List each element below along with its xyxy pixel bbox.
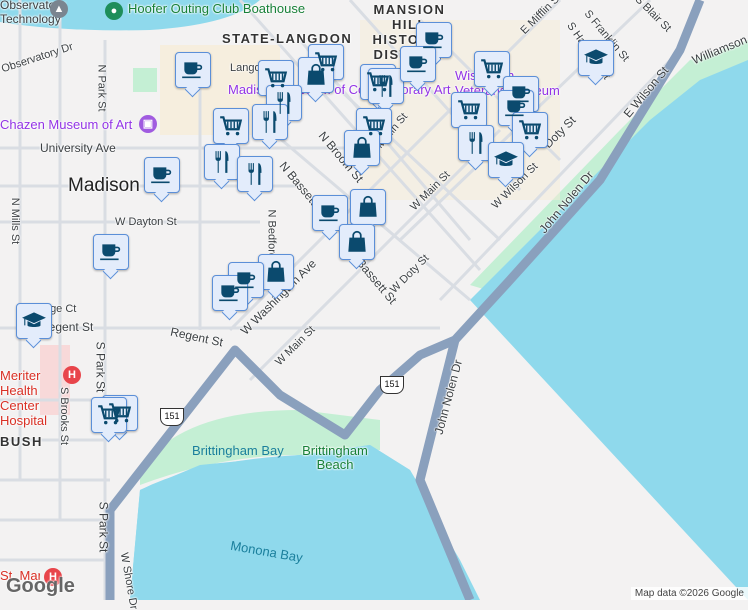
highway-151-shield-2: 151 [380,376,404,394]
park-pin-icon[interactable]: ● [105,2,123,20]
marker-shop[interactable] [258,254,294,290]
street-s-brooks: S Brooks St [58,386,71,446]
coffee-icon [149,162,175,188]
marker-grocery[interactable] [451,92,487,128]
marker-shop[interactable] [344,130,380,166]
marker-restaurant[interactable] [252,104,288,140]
cart-icon [456,97,482,123]
marker-restaurant[interactable] [204,144,240,180]
street-s-park: S Park St [93,341,108,393]
marker-grocery[interactable] [91,397,127,433]
cart-icon [263,65,289,91]
street-university-ave: University Ave [40,141,116,155]
marker-cafe[interactable] [312,195,348,231]
marker-grocery[interactable] [474,51,510,87]
google-logo: Google [6,575,75,597]
coffee-icon [98,239,124,265]
fork-knife-icon [463,130,489,156]
marker-school[interactable] [488,142,524,178]
street-s-park-2: S Park St [96,501,111,553]
coffee-icon [180,57,206,83]
water-brittingham-bay: Brittingham Bay [192,443,284,458]
marker-grocery[interactable] [512,112,548,148]
cart-icon [517,117,543,143]
fork-knife-icon [373,73,399,99]
graduation-cap-icon [583,45,609,71]
marker-restaurant[interactable] [458,125,494,161]
poi-chazen-museum[interactable]: Chazen Museum of Art [0,117,132,132]
cart-icon [479,56,505,82]
shopping-bag-icon [355,194,381,220]
shopping-bag-icon [303,62,329,88]
map-attribution[interactable]: Map data ©2026 Google [630,587,748,600]
hospital-icon[interactable]: H [63,366,81,384]
marker-school[interactable] [578,40,614,76]
school-pin-icon[interactable]: ▲ [50,0,68,18]
street-w-dayton: W Dayton St [115,216,177,228]
street-n-mills: N Mills St [9,197,22,245]
marker-shop[interactable] [350,189,386,225]
marker-cafe[interactable] [400,46,436,82]
marker-shop[interactable] [339,224,375,260]
marker-grocery[interactable] [213,108,249,144]
fork-knife-icon [242,161,268,187]
graduation-cap-icon [21,308,47,334]
marker-cafe[interactable] [175,52,211,88]
coffee-icon [317,200,343,226]
highway-151-shield: 151 [160,408,184,426]
coffee-icon [217,280,243,306]
graduation-cap-icon [493,147,519,173]
marker-shop[interactable] [298,57,334,93]
poi-hoofer-boathouse[interactable]: Hoofer Outing Club Boathouse [128,2,305,16]
marker-restaurant[interactable] [368,68,404,104]
coffee-icon [421,27,447,53]
fork-knife-icon [209,149,235,175]
cart-icon [218,113,244,139]
poi-hospital[interactable]: Meriter Health Center Hospital [0,368,60,428]
fork-knife-icon [257,109,283,135]
marker-restaurant[interactable] [237,156,273,192]
coffee-icon [405,51,431,77]
neighborhood-bush: BUSH [0,434,43,449]
shopping-bag-icon [349,135,375,161]
shopping-bag-icon [344,229,370,255]
shopping-bag-icon [263,259,289,285]
marker-cafe[interactable] [93,234,129,270]
marker-cafe[interactable] [144,157,180,193]
museum-pin-icon[interactable]: ▣ [139,115,157,133]
park-brittingham-beach[interactable]: Brittingham Beach [295,444,375,472]
cart-icon [96,402,122,428]
city-madison: Madison [68,175,140,196]
marker-cafe[interactable] [212,275,248,311]
street-n-park-st: N Park St [95,64,108,112]
marker-school[interactable] [16,303,52,339]
